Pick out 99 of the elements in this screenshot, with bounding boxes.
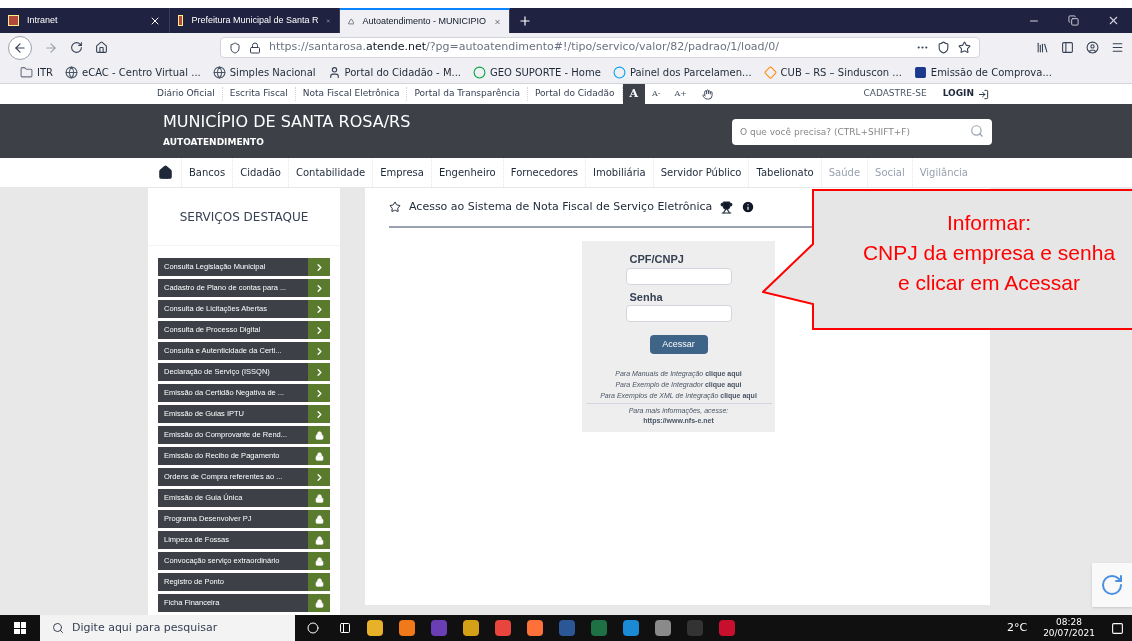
lock-icon bbox=[314, 556, 324, 566]
hand-icon[interactable] bbox=[702, 88, 714, 100]
bookmark[interactable]: Simples Nacional bbox=[212, 65, 316, 80]
info-icon[interactable] bbox=[741, 200, 756, 214]
register-link[interactable]: CADASTRE-SE bbox=[855, 87, 935, 101]
url-text: https://santarosa.atende.net/?pg=autoatendimento#!/tipo/servico/valor/82/padrao/1/load/0/ bbox=[269, 39, 780, 56]
lock-icon bbox=[314, 577, 324, 587]
browser-tab[interactable]: Autoatendimento - MUNICIPIO bbox=[340, 8, 510, 33]
reload-icon[interactable] bbox=[70, 41, 83, 54]
site-title: MUNICÍPIO DE SANTA ROSA/RS bbox=[163, 112, 411, 133]
top-link[interactable]: Portal da Transparência bbox=[407, 87, 528, 101]
lock-icon bbox=[314, 514, 324, 524]
temperature: 2°C bbox=[1005, 619, 1029, 636]
trophy-icon bbox=[720, 200, 734, 214]
page-title: Acesso ao Sistema de Nota Fiscal de Serviço Eletrônica bbox=[409, 198, 713, 215]
search-icon bbox=[52, 622, 64, 634]
callout-text: CNPJ da empresa e senha bbox=[862, 240, 1116, 266]
nav-item[interactable]: Bancos bbox=[181, 158, 233, 187]
input-field[interactable] bbox=[625, 305, 732, 322]
close-icon[interactable] bbox=[1107, 14, 1120, 27]
app-icon[interactable] bbox=[463, 620, 479, 636]
top-link[interactable]: Portal do Cidadão bbox=[528, 87, 623, 101]
clock-time: 08:28 bbox=[1056, 617, 1083, 628]
logo-icon bbox=[348, 16, 355, 27]
sidebar-title: SERVIÇOS DESTAQUE bbox=[148, 188, 340, 246]
circle-icon bbox=[612, 66, 626, 79]
site-subtitle: AUTOATENDIMENTO bbox=[163, 136, 265, 150]
app-icon[interactable] bbox=[399, 620, 415, 636]
nav-item[interactable]: Fornecedores bbox=[502, 158, 586, 187]
top-link[interactable]: Escrita Fiscal bbox=[222, 87, 296, 101]
bookmark[interactable]: ITR bbox=[20, 65, 53, 80]
app-icon[interactable] bbox=[719, 620, 735, 636]
person-icon bbox=[327, 66, 341, 79]
font-size-button[interactable]: A+ bbox=[667, 84, 695, 104]
diamond-icon bbox=[763, 66, 777, 79]
lock-icon bbox=[314, 598, 324, 608]
lock-icon bbox=[249, 41, 261, 54]
field-label: Senha bbox=[628, 289, 664, 305]
field-label: CPF/CNPJ bbox=[628, 252, 685, 267]
back-arrow-icon bbox=[13, 40, 27, 55]
lock-icon bbox=[314, 493, 324, 503]
square-icon bbox=[913, 66, 927, 79]
shield-icon bbox=[229, 41, 241, 54]
taskbar-search[interactable]: Digite aqui para pesquisar bbox=[40, 615, 295, 641]
tab-title: Prefeitura Municipal de Santa R bbox=[191, 13, 319, 27]
app-icon[interactable] bbox=[591, 620, 607, 636]
tab-title: Intranet bbox=[27, 13, 59, 27]
tab-title: Autoatendimento - MUNICIPIO bbox=[362, 14, 486, 28]
top-link[interactable]: Diário Oficial bbox=[150, 87, 223, 101]
top-link[interactable]: Nota Fiscal Eletrônica bbox=[295, 87, 408, 101]
input-field[interactable] bbox=[625, 267, 732, 285]
nav-item[interactable]: Empresa bbox=[372, 158, 431, 187]
app-icon[interactable] bbox=[655, 620, 671, 636]
lock-icon bbox=[314, 451, 324, 461]
app-icon[interactable] bbox=[623, 620, 639, 636]
nav-item[interactable]: Contabilidade bbox=[288, 158, 373, 187]
access-button[interactable]: Acessar bbox=[649, 335, 708, 354]
pocket-icon[interactable] bbox=[937, 41, 950, 54]
address-bar[interactable]: https://santarosa.atende.net/?pg=autoatendimento#!/tipo/servico/valor/82/padrao/1/load/0/ bbox=[220, 37, 980, 58]
menu-icon[interactable] bbox=[1111, 41, 1124, 54]
lock-icon bbox=[314, 535, 324, 545]
bookmark[interactable]: Portal do Cidadão - M... bbox=[327, 65, 462, 80]
task-view-icon[interactable] bbox=[339, 622, 351, 634]
sidebar-icon[interactable] bbox=[1061, 41, 1074, 54]
app-icon[interactable] bbox=[367, 620, 383, 636]
crest-icon bbox=[178, 15, 184, 26]
star-icon[interactable] bbox=[389, 201, 401, 213]
nav-item[interactable]: Servidor Público bbox=[652, 158, 749, 187]
star-icon[interactable] bbox=[958, 41, 971, 54]
login-icon bbox=[978, 88, 989, 100]
callout-text: e clicar em Acessar bbox=[897, 270, 1081, 296]
bookmark[interactable]: GEO SUPORTE - Home bbox=[473, 65, 601, 80]
back-button[interactable] bbox=[8, 35, 32, 60]
restore-icon[interactable] bbox=[1068, 15, 1079, 26]
nav-item[interactable]: Cidadão bbox=[232, 158, 288, 187]
nav-item[interactable]: Engenheiro bbox=[430, 158, 503, 187]
nav-item[interactable]: Tabelionato bbox=[748, 158, 821, 187]
clock-date: 20/07/2021 bbox=[1043, 628, 1095, 639]
folder-icon bbox=[20, 66, 33, 79]
bookmark[interactable]: eCAC - Centro Virtual ... bbox=[65, 65, 201, 80]
lock-icon bbox=[314, 430, 324, 440]
bookmark[interactable]: Painel dos Parcelamen... bbox=[612, 65, 752, 80]
library-icon[interactable] bbox=[1036, 41, 1049, 54]
new-tab-icon[interactable] bbox=[518, 13, 532, 28]
home-icon[interactable] bbox=[158, 165, 173, 180]
callout-text: Informar: bbox=[947, 210, 1031, 236]
recaptcha-icon bbox=[1100, 573, 1124, 597]
bookmark[interactable]: CUB – RS – Sinduscon ... bbox=[763, 65, 902, 80]
font-size-button[interactable]: A bbox=[622, 84, 646, 104]
app-icon[interactable] bbox=[527, 620, 543, 636]
app-icon[interactable] bbox=[495, 620, 511, 636]
login-link[interactable]: LOGIN bbox=[934, 87, 997, 101]
crest-icon bbox=[8, 15, 19, 26]
bookmark[interactable]: Emissão de Comprova... bbox=[913, 65, 1052, 80]
search-field[interactable]: O que você precisa? (CTRL+SHIFT+F) bbox=[732, 119, 992, 145]
home-icon[interactable] bbox=[95, 41, 108, 54]
font-size-button[interactable]: A- bbox=[645, 84, 668, 104]
nav-item[interactable]: Imobiliária bbox=[585, 158, 653, 187]
account-icon[interactable] bbox=[1086, 41, 1099, 54]
